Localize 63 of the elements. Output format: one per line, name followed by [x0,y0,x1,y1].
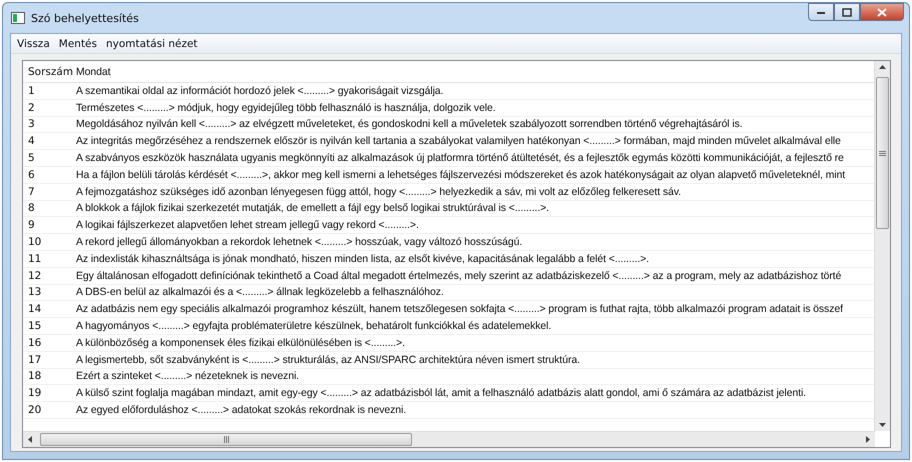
close-icon [877,8,887,16]
table-cell-text: 2 [27,102,36,114]
table-cell-text: 19 [27,387,42,400]
horizontal-scrollbar[interactable] [23,431,875,447]
scroll-left-icon [28,436,32,443]
scroll-right-icon [866,436,870,443]
table-cell-text: 15 [27,320,42,332]
table-cell-text: A blokkok a fájlok fizikai szerkezetét mutatják, de emellett a fájl egy belső logikai struktúrával is <.........>. [75,202,549,214]
table-cell-text: 6 [27,168,36,181]
table-cell-text: 18 [27,370,42,382]
table-cell-text: A hagyományos <.........> egyfajta problématerületre készülnek, behatárolt funkciókkal és adatelemekkel. [75,320,552,332]
table-cell-text: A szabványos eszközök használata ugyanis megkönnyíti az alkalmazások új platformra történő átültetését, és a fejlesztők egymás közötti kommunikációját, a fejlesztő re [75,152,844,164]
table-cell-text: A különbözőség a komponensek éles fizikai elkülönülésében is <.........>. [75,336,405,349]
table-cell-text: Az egyed előforduláshoz <.........> adatokat szokás rekordnak is nevezni. [75,404,406,416]
table-cell-text: Természetes <.........> módjuk, hogy egyidejűleg több felhasználó is használja, dolgozik vele. [75,102,496,114]
scrollbar-thumb[interactable] [876,77,889,229]
table-cell-text: Az adatbázis nem egy speciális alkalmazói programhoz készült, hanem tetszőlegesen sokfajta <.........> program is futhat rajta, több alkalmazói program adatait is összef [75,303,843,316]
scrollbar-thumb[interactable] [40,433,412,446]
table-cell-text: 4 [27,135,36,148]
table-cell-text: 1 [27,84,36,97]
scroll-down-icon [879,423,886,427]
menu-item[interactable]: Mentés [58,38,97,50]
minimize-icon [816,9,826,15]
table-cell-text: A rekord jellegű állományokban a rekordok lehetnek <.........> hosszúak, vagy változó hosszúságú. [75,236,522,248]
table-cell-text: Az indexlisták kihasználtsága is jónak mondható, hiszen minden lista, az elsőt kivéve, kapacitásának legalább a felét <.........>. [75,252,649,265]
maximize-button[interactable] [834,3,860,21]
close-button[interactable] [860,3,904,21]
table-cell-text: 10 [27,236,42,248]
menu-item[interactable]: nyomtatási nézet [106,38,198,50]
column-header[interactable]: Mondat [71,66,112,78]
column-header[interactable]: Sorszám [23,66,71,78]
vertical-scrollbar[interactable] [874,61,890,431]
table-cell-text: A szemantikai oldal az információt hordozó jelek <.........> gyakoriságait vizsgálja. [75,84,444,97]
table-cell-text: A legismertebb, sőt szabványként is <.........> strukturálás, az ANSI/SPARC architektúra néven ismert struktúra. [75,354,580,366]
table-cell-text: 13 [27,286,42,298]
scroll-up-icon [879,65,886,69]
table-cell-text: A DBS-en belül az alkalmazói és a <.........> állnak legközelebb a felhasználóhoz. [75,286,444,298]
table-cell-text: Ha a fájlon belüli tárolás kérdését <.........>, akkor meg kell ismerni a lehetséges fájlszervezési módszereket és azok hatékonyságait az olyan alapvető műveleteknél, mint [75,168,846,181]
maximize-icon [842,8,852,16]
table-cell-text: 9 [27,219,36,232]
table-cell-text: Ezért a szinteket <.........> nézeteknek is nevezni. [75,370,300,382]
table-cell-text: 3 [27,118,36,130]
grip-icon [879,150,886,156]
menu-item[interactable]: Vissza [17,38,50,50]
table-cell-text: 8 [27,202,36,214]
table-cell-text: 12 [27,270,42,282]
table-cell-text: Az integritás megőrzéséhez a rendszernek először is nyilván kell tartania a szabályokat valamilyen hatékonyan <.........> formában, majd minden művelet alkalmával elle [75,135,841,148]
table-cell-text: Egy általánosan elfogadott definíciónak tekinthető a Coad által megadott értelmezés, mely szerint az adatbáziskezelő <.........> az a program, mely az adatbázishoz törté [75,270,842,282]
grip-icon [224,436,228,443]
table-cell-text: 16 [27,336,42,349]
window-title: Szó behelyettesítés [31,12,139,24]
minimize-button[interactable] [808,3,834,21]
table-cell-text: 17 [27,354,42,366]
table-cell-text: Megoldásához nyilván kell <.........> az elvégzett műveleteket, és gondoskodni kell a műveletek szabályozott sorrendben történő végrehajtásáról is. [75,118,742,130]
table-cell-text: 20 [27,404,42,416]
table-cell-text: A logikai fájlszerkezet alapvetően lehet stream jellegű vagy rekord <.........>. [75,219,419,232]
table-cell-text: 11 [27,252,42,265]
table-cell-text: 7 [27,186,36,198]
table-cell-text: 14 [27,303,42,316]
window-icon [11,12,25,24]
table-cell-text: 5 [27,152,36,164]
table-cell-text: A külső szint foglalja magában mindazt, amit egy-egy <.........> az adatbázisból lát, amit a felhasználó adatbázis alatt gondol, ami ő számára az adatbázist jelenti. [75,387,806,400]
table-cell-text: A fejmozgatáshoz szükséges idő azonban lényegesen függ attól, hogy <.........> helyezkedik a sáv, mi volt az előzőleg felkeresett sáv. [75,186,681,198]
